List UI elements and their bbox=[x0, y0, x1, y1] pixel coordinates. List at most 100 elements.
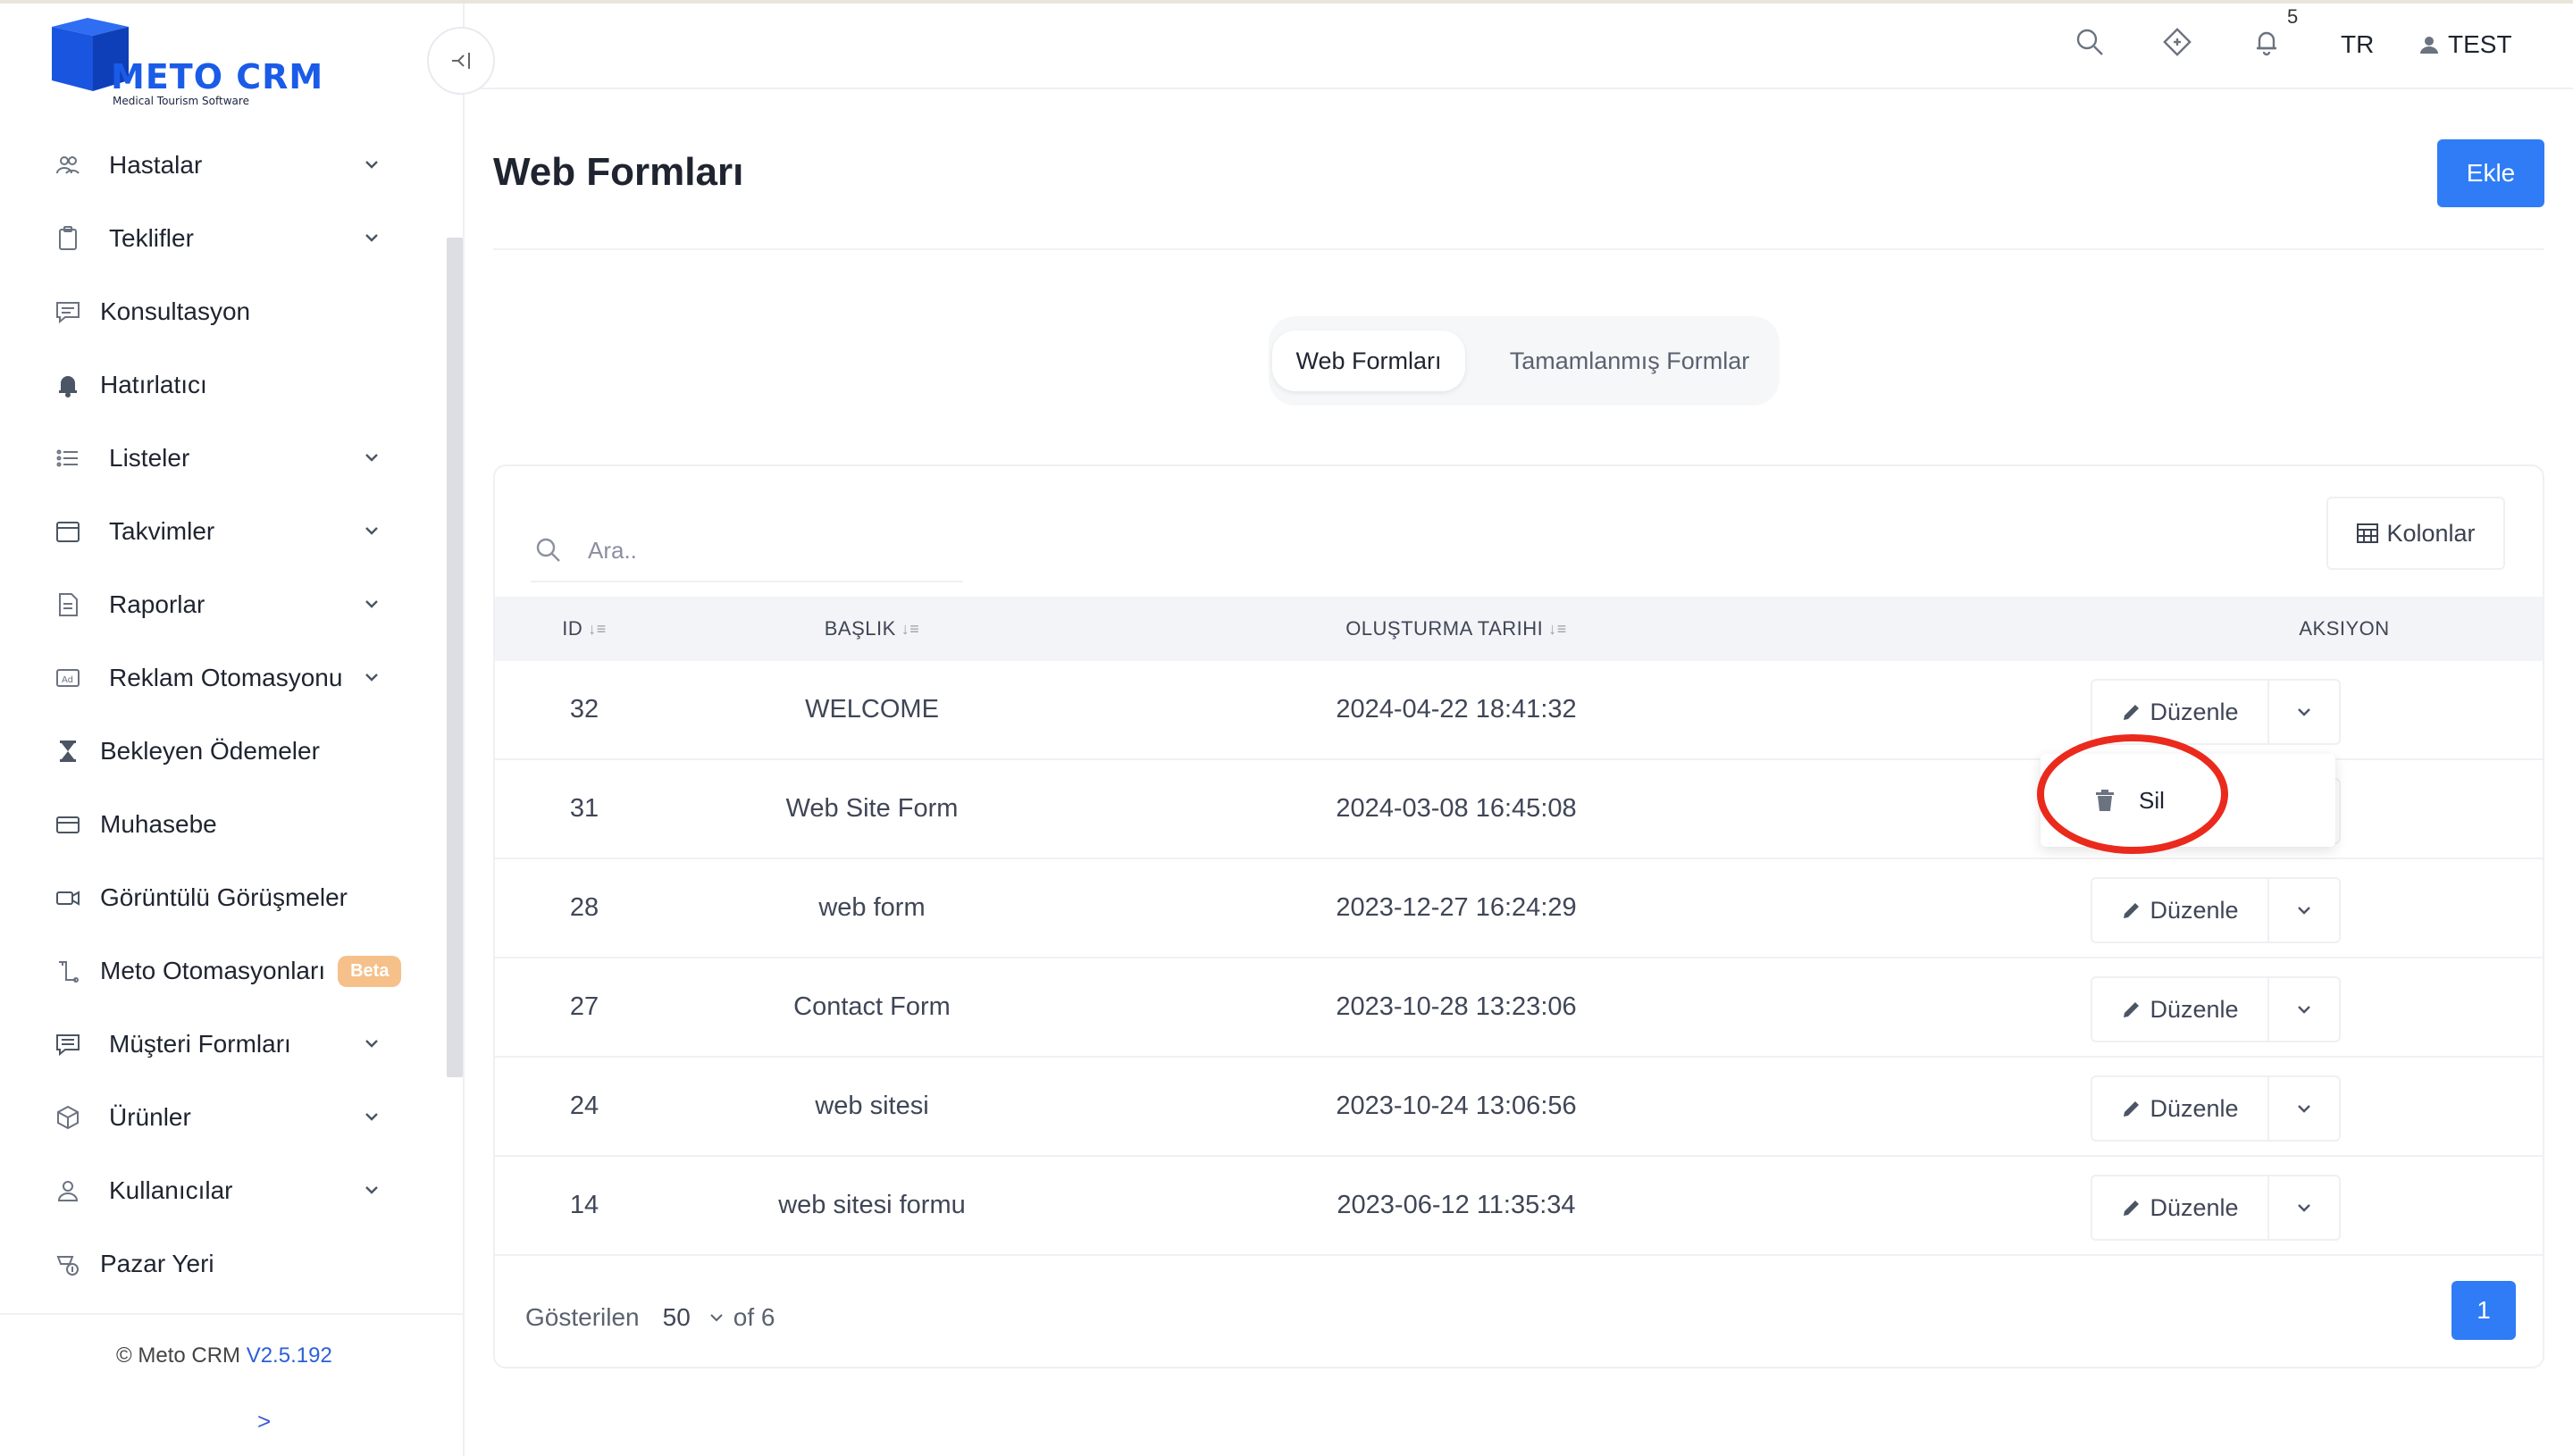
column-header-label: OLUŞTURMA TARIHI bbox=[1345, 617, 1544, 640]
sidebar-item-label: Müşteri Formları bbox=[109, 1030, 291, 1058]
search-input[interactable] bbox=[588, 529, 945, 572]
add-button[interactable]: Ekle bbox=[2437, 139, 2544, 207]
row-action-group: Düzenle bbox=[2091, 679, 2341, 745]
sidebar-item-hastalar[interactable]: Hastalar bbox=[0, 129, 447, 202]
sidebar-scrollbar[interactable] bbox=[447, 238, 463, 1077]
cell-created: 2024-04-22 18:41:32 bbox=[1336, 695, 1577, 724]
cell-created: 2023-10-24 13:06:56 bbox=[1336, 1092, 1577, 1120]
hourglass-icon bbox=[50, 733, 86, 769]
pencil-icon bbox=[2124, 903, 2140, 918]
tab-web-forms[interactable]: Web Formları bbox=[1272, 331, 1465, 391]
chevron-down-icon[interactable] bbox=[359, 152, 384, 177]
sidebar-footer: © Meto CRM V2.5.192 > bbox=[0, 1313, 463, 1456]
sidebar-item-konsultasyon[interactable]: Konsultasyon bbox=[0, 275, 447, 348]
action-dropdown-toggle[interactable] bbox=[2269, 1176, 2339, 1239]
column-header-id[interactable]: ID ↓≡ bbox=[495, 597, 674, 661]
cell-created: 2024-03-08 16:45:08 bbox=[1336, 794, 1577, 823]
patients-icon bbox=[50, 147, 86, 183]
sidebar-item-reklam-otomasyonu[interactable]: Ad Reklam Otomasyonu bbox=[0, 641, 447, 715]
sidebar-item-label: Ürünler bbox=[109, 1103, 191, 1131]
sidebar-item-listeler[interactable]: Listeler bbox=[0, 422, 447, 495]
cell-id: 28 bbox=[569, 893, 599, 922]
edit-button[interactable]: Düzenle bbox=[2092, 1176, 2269, 1239]
chevron-down-icon bbox=[2298, 1105, 2310, 1113]
edit-button-label: Düzenle bbox=[2150, 1193, 2239, 1221]
chevron-down-icon[interactable] bbox=[708, 1312, 725, 1323]
row-action-group: Düzenle bbox=[2091, 976, 2341, 1042]
action-dropdown-toggle[interactable] bbox=[2269, 879, 2339, 941]
per-page-select[interactable]: 50 bbox=[663, 1303, 691, 1332]
delete-menu-item[interactable]: Sil bbox=[2094, 775, 2165, 825]
collapse-left-icon bbox=[452, 53, 470, 69]
page-title: Web Formları bbox=[493, 150, 744, 194]
sidebar-expand-button[interactable]: > bbox=[257, 1408, 271, 1435]
beta-badge: Beta bbox=[338, 955, 402, 987]
tabs: Web Formları Tamamlanmış Formlar bbox=[1269, 316, 1780, 406]
action-dropdown-toggle[interactable] bbox=[2269, 978, 2339, 1041]
version-link[interactable]: V2.5.192 bbox=[247, 1343, 332, 1368]
table-columns-icon bbox=[2357, 523, 2379, 543]
chevron-down-icon[interactable] bbox=[359, 591, 384, 616]
chevron-down-icon[interactable] bbox=[359, 1177, 384, 1202]
form-icon bbox=[50, 1026, 86, 1062]
action-dropdown-menu: Sil bbox=[2041, 754, 2335, 847]
chevron-down-icon[interactable] bbox=[359, 1031, 384, 1056]
sidebar-collapse-button[interactable] bbox=[427, 27, 495, 95]
brand-tagline: Medical Tourism Software bbox=[113, 95, 249, 107]
sidebar-item-raporlar[interactable]: Raporlar bbox=[0, 568, 447, 641]
cell-created: 2023-12-27 16:24:29 bbox=[1336, 893, 1577, 922]
page-button-current[interactable]: 1 bbox=[2451, 1281, 2516, 1340]
language-selector[interactable]: TR bbox=[2341, 30, 2374, 59]
edit-button[interactable]: Düzenle bbox=[2092, 978, 2269, 1041]
chevron-down-icon[interactable] bbox=[359, 665, 384, 690]
action-dropdown-toggle[interactable] bbox=[2269, 681, 2339, 743]
chevron-down-icon[interactable] bbox=[359, 518, 384, 543]
tab-completed-forms[interactable]: Tamamlanmış Formlar bbox=[1483, 331, 1776, 391]
sidebar-item-hat-rlat-c-[interactable]: Hatırlatıcı bbox=[0, 348, 447, 422]
pencil-icon bbox=[2124, 1101, 2140, 1117]
title-divider bbox=[493, 248, 2544, 250]
sidebar-item-label: Muhasebe bbox=[100, 810, 217, 838]
cell-id: 32 bbox=[569, 695, 599, 724]
sidebar-item-g-r-nt-l-g-r-meler[interactable]: Görüntülü Görüşmeler bbox=[0, 861, 447, 934]
edit-button-label: Düzenle bbox=[2150, 698, 2239, 725]
sidebar-item-m-teri-formlar-[interactable]: Müşteri Formları bbox=[0, 1008, 447, 1081]
sidebar-item-pazar-yeri[interactable]: Pazar Yeri bbox=[0, 1227, 447, 1301]
user-menu[interactable]: TEST bbox=[2419, 30, 2512, 59]
columns-button[interactable]: Kolonlar bbox=[2326, 497, 2505, 570]
copyright-text: © Meto CRM bbox=[116, 1343, 241, 1368]
notifications-bell-icon[interactable] bbox=[2251, 27, 2282, 57]
chevron-down-icon[interactable] bbox=[359, 1104, 384, 1129]
sidebar-nav: Hastalar Teklifler Konsultasyon Hatırlatıcı… bbox=[0, 129, 447, 1374]
sidebar-item-label: Hatırlatıcı bbox=[100, 371, 207, 398]
sidebar-item-label: Pazar Yeri bbox=[100, 1250, 214, 1277]
sidebar-item-kullan-c-lar[interactable]: Kullanıcılar bbox=[0, 1154, 447, 1227]
sidebar-item--r-nler[interactable]: Ürünler bbox=[0, 1081, 447, 1154]
sidebar-item-takvimler[interactable]: Takvimler bbox=[0, 495, 447, 568]
sidebar-item-label: Meto Otomasyonları bbox=[100, 957, 326, 984]
action-dropdown-toggle[interactable] bbox=[2269, 1077, 2339, 1140]
automation-icon bbox=[50, 953, 86, 989]
column-header-created[interactable]: OLUŞTURMA TARIHI ↓≡ bbox=[1070, 597, 1842, 661]
sidebar-item-muhasebe[interactable]: Muhasebe bbox=[0, 788, 447, 861]
chevron-down-icon[interactable] bbox=[359, 225, 384, 250]
edit-button[interactable]: Düzenle bbox=[2092, 681, 2269, 743]
sidebar-item-teklifler[interactable]: Teklifler bbox=[0, 202, 447, 275]
edit-button[interactable]: Düzenle bbox=[2092, 1077, 2269, 1140]
table-row: 14 web sitesi formu 2023-06-12 11:35:34 Düz… bbox=[495, 1157, 2543, 1256]
sidebar-item-label: Hastalar bbox=[109, 151, 203, 179]
sidebar-item-meto-otomasyonlar-[interactable]: Meto Otomasyonları Beta bbox=[0, 934, 447, 1008]
column-header-title[interactable]: BAŞLIK ↓≡ bbox=[674, 597, 1070, 661]
search-icon[interactable] bbox=[2074, 27, 2105, 57]
edit-button-label: Düzenle bbox=[2150, 1094, 2239, 1122]
sidebar-item-bekleyen-demeler[interactable]: Bekleyen Ödemeler bbox=[0, 715, 447, 788]
cell-title: Web Site Form bbox=[785, 794, 959, 823]
marketplace-icon bbox=[50, 1246, 86, 1282]
diamond-shortcut-icon[interactable] bbox=[2162, 27, 2192, 57]
chevron-down-icon[interactable] bbox=[359, 445, 384, 470]
logo[interactable]: METO CRM Medical Tourism Software bbox=[48, 18, 334, 107]
cell-title: Contact Form bbox=[793, 992, 951, 1021]
cell-created: 2023-10-28 13:23:06 bbox=[1336, 992, 1577, 1021]
table-header: ID ↓≡ BAŞLIK ↓≡ OLUŞTURMA TARIHI ↓≡ AKSIYON bbox=[495, 597, 2543, 661]
edit-button[interactable]: Düzenle bbox=[2092, 879, 2269, 941]
